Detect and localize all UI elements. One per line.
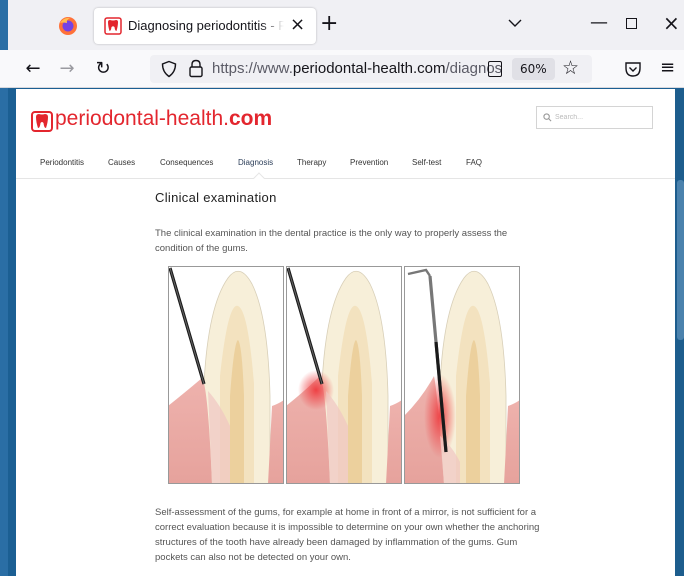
nav-link-self-test[interactable]: Self-test (412, 158, 441, 167)
site-navigation: Periodontitis Causes Consequences Diagno… (16, 155, 675, 184)
firefox-icon[interactable] (56, 14, 80, 38)
new-tab-button[interactable]: + (320, 12, 338, 36)
panel-healthy (168, 266, 284, 484)
section-heading: Clinical examination (155, 190, 277, 205)
url-text[interactable]: https://www.periodontal-health.com/diagn… (212, 60, 512, 77)
navigation-toolbar: ← → ↻ https://www.periodontal-health.com… (0, 50, 684, 88)
site-favicon (104, 17, 122, 35)
reload-button[interactable]: ↻ (92, 58, 114, 80)
back-button[interactable]: ← (22, 58, 44, 80)
nav-link-therapy[interactable]: Therapy (297, 158, 326, 167)
zoom-level-button[interactable]: 60% (512, 58, 555, 80)
search-icon (543, 113, 552, 122)
tab-title: Diagnosing periodontitis - Read (128, 18, 284, 33)
tooth-logo-icon (31, 111, 53, 132)
self-assessment-paragraph: Self-assessment of the gums, for example… (155, 507, 540, 563)
site-search-box[interactable] (536, 106, 653, 129)
intro-paragraph: The clinical examination in the dental p… (155, 228, 508, 254)
tab-bar: Diagnosing periodontitis - Read × + — × (0, 0, 684, 576)
probing-illustration (168, 266, 522, 486)
panel-pocket (404, 266, 520, 484)
nav-link-diagnosis[interactable]: Diagnosis (238, 158, 273, 167)
forward-button[interactable]: → (56, 58, 78, 80)
site-search-input[interactable] (555, 110, 645, 125)
nav-link-periodontitis[interactable]: Periodontitis (40, 158, 84, 167)
minimize-button[interactable]: — (590, 13, 608, 33)
list-all-tabs-icon[interactable] (506, 14, 524, 32)
active-nav-indicator (253, 172, 265, 184)
window-close-button[interactable]: × (663, 12, 680, 34)
scrollbar-thumb[interactable] (677, 180, 684, 340)
panel-bleeding (286, 266, 402, 484)
star-icon[interactable]: ☆ (562, 57, 579, 79)
lock-icon[interactable] (188, 59, 204, 78)
reader-view-icon[interactable] (488, 61, 502, 77)
shield-icon[interactable] (160, 60, 178, 78)
address-bar[interactable]: https://www.periodontal-health.com/diagn… (150, 55, 592, 83)
tab-close-button[interactable]: × (290, 14, 305, 36)
nav-link-faq[interactable]: FAQ (466, 158, 482, 167)
maximize-button[interactable] (626, 18, 637, 29)
nav-link-causes[interactable]: Causes (108, 158, 135, 167)
pocket-icon[interactable] (624, 60, 642, 78)
site-logo-text: periodontal-health.com (55, 107, 273, 130)
menu-icon[interactable]: ≡ (660, 57, 675, 79)
active-tab[interactable]: Diagnosing periodontitis - Read × (94, 8, 316, 44)
web-page: periodontal-health.com Periodontitis Cau… (16, 89, 675, 576)
nav-link-consequences[interactable]: Consequences (160, 158, 213, 167)
nav-link-prevention[interactable]: Prevention (350, 158, 388, 167)
